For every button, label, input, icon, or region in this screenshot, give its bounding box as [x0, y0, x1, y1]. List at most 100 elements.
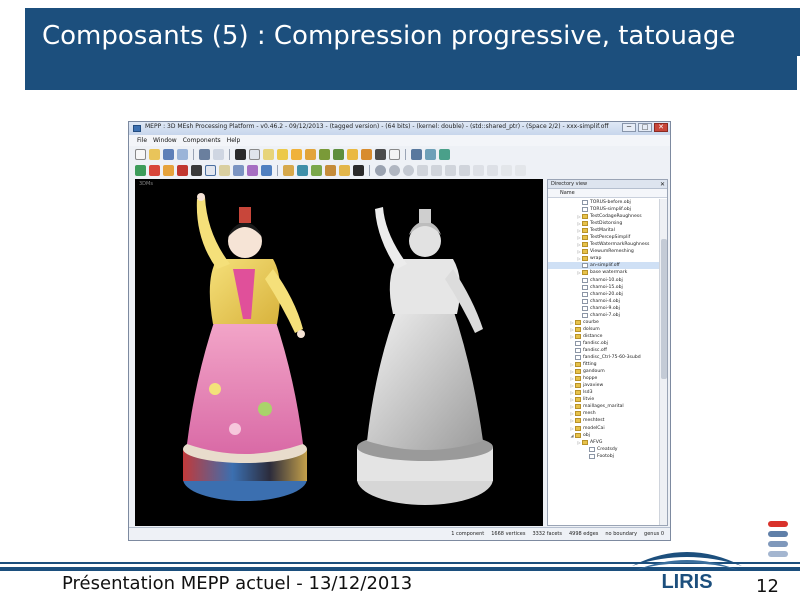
folder-icon [575, 376, 581, 382]
tree-item[interactable]: TORUS-simplif.obj [548, 206, 660, 213]
tree-item[interactable]: chamoi-20.obj [548, 291, 660, 298]
component-8-icon[interactable] [233, 164, 244, 176]
arrow-last-icon[interactable] [487, 164, 498, 176]
arrow-next-icon[interactable] [515, 164, 526, 176]
open-folder-icon[interactable] [149, 148, 160, 160]
scrollbar-thumb[interactable] [661, 239, 667, 379]
tree-item[interactable]: an-simplif.off [548, 262, 660, 270]
window-cascade-icon[interactable] [425, 148, 436, 160]
panel-close-icon[interactable]: ✕ [660, 180, 665, 189]
tree-item[interactable]: fandisc.obj [548, 340, 660, 347]
tree-item[interactable]: fandisc.off [548, 347, 660, 354]
tree-item[interactable]: chamoi-15.obj [548, 284, 660, 291]
component-4-icon[interactable] [177, 164, 188, 176]
3d-viewport[interactable]: 3DMs [135, 179, 543, 526]
component-6-icon[interactable] [205, 164, 216, 176]
tree-item[interactable]: chamoi-4.obj [548, 298, 660, 305]
tree-item[interactable]: ▷ meshtest [548, 417, 660, 424]
tree-item[interactable]: ▷ TestCodageRoughness [548, 213, 660, 220]
component-15-icon[interactable] [339, 164, 350, 176]
arrow-prev-icon[interactable] [501, 164, 512, 176]
panel-scrollbar[interactable] [659, 199, 667, 525]
component-2-icon[interactable] [149, 164, 160, 176]
frame-icon[interactable] [389, 148, 400, 160]
menu-help[interactable]: Help [227, 135, 241, 146]
arrow-right-icon[interactable] [431, 164, 442, 176]
tree-item[interactable]: ▷ modelCai [548, 425, 660, 432]
tree-item[interactable]: ◢ obj [548, 432, 660, 439]
tree-item[interactable]: ▷ litvie [548, 396, 660, 403]
tree-item[interactable]: TORUS-before.obj [548, 199, 660, 206]
sphere-2-icon[interactable] [389, 164, 400, 176]
tree-item[interactable]: ▷ TestWatermarkRoughness [548, 241, 660, 248]
new-file-icon[interactable] [135, 148, 146, 160]
tree-item[interactable]: ▷ wrap [548, 255, 660, 262]
component-5-icon[interactable] [191, 164, 202, 176]
component-11-icon[interactable] [283, 164, 294, 176]
tree-item[interactable]: ▷ gandoum [548, 368, 660, 375]
window-layout-icon[interactable] [439, 148, 450, 160]
copy-icon[interactable] [213, 148, 224, 160]
tree-item[interactable]: ▷ lsd3 [548, 389, 660, 396]
tree-item[interactable]: chamoi-7.obj [548, 312, 660, 319]
status-components: 1 component [451, 531, 485, 537]
tree-item[interactable]: ▷ TestMarital [548, 227, 660, 234]
tree-item[interactable]: ▷ TestPercepSimplif [548, 234, 660, 241]
arrow-first-icon[interactable] [473, 164, 484, 176]
window-tile-icon[interactable] [411, 148, 422, 160]
tree-item[interactable]: ▷ ViewumRemeshing [548, 248, 660, 255]
arrow-up-icon[interactable] [445, 164, 456, 176]
arrow-left-icon[interactable] [417, 164, 428, 176]
tree-item[interactable]: chamoi-9.obj [548, 305, 660, 312]
maximize-button[interactable]: □ [638, 123, 652, 132]
pointer-icon[interactable] [263, 148, 274, 160]
column-header-name[interactable]: Name [548, 189, 667, 198]
minimize-button[interactable]: ─ [622, 123, 636, 132]
pencil-icon[interactable] [249, 148, 260, 160]
tree-item[interactable]: ▷ distance [548, 333, 660, 340]
component-9-icon[interactable] [247, 164, 258, 176]
window-titlebar[interactable]: MEPP : 3D MEsh Processing Platform - v0.… [129, 122, 670, 135]
tree-item[interactable]: ▷ TestDistorsing [548, 220, 660, 227]
sphere-icon[interactable] [375, 164, 386, 176]
line-icon[interactable] [375, 148, 386, 160]
tree-item[interactable]: ▷ fitting [548, 361, 660, 368]
menu-window[interactable]: Window [153, 135, 177, 146]
component-14-icon[interactable] [325, 164, 336, 176]
component-13-icon[interactable] [311, 164, 322, 176]
tree-item[interactable]: chamoi-10.obj [548, 277, 660, 284]
tree-item[interactable]: ▷ mesh [548, 410, 660, 417]
wand-icon[interactable] [361, 148, 372, 160]
tree-item[interactable]: ▷ javaview [548, 382, 660, 389]
save-as-icon[interactable] [177, 148, 188, 160]
paint-icon[interactable] [333, 148, 344, 160]
tree-item[interactable]: ▷ hoppe [548, 375, 660, 382]
brush-icon[interactable] [277, 148, 288, 160]
tree-item[interactable]: ▷ courbe [548, 319, 660, 326]
component-10-icon[interactable] [261, 164, 272, 176]
component-1-icon[interactable] [135, 164, 146, 176]
tree-item[interactable]: ▷ AFVG [548, 439, 660, 446]
tree-item[interactable]: Creatsdy [548, 446, 660, 453]
fill-icon[interactable] [319, 148, 330, 160]
light-icon[interactable] [347, 148, 358, 160]
tree-item[interactable]: ▷ dolsum [548, 326, 660, 333]
component-3-icon[interactable] [163, 164, 174, 176]
marker-icon[interactable] [291, 148, 302, 160]
menu-file[interactable]: File [137, 135, 147, 146]
sphere-3-icon[interactable] [403, 164, 414, 176]
component-12-icon[interactable] [297, 164, 308, 176]
tree-item[interactable]: ▷ base watermark [548, 269, 660, 276]
cut-icon[interactable] [199, 148, 210, 160]
tree-item[interactable]: ▷ maillages_marital [548, 403, 660, 410]
cursor-icon[interactable] [235, 148, 246, 160]
save-icon[interactable] [163, 148, 174, 160]
menu-components[interactable]: Components [183, 135, 221, 146]
tree-item[interactable]: Footobj [548, 453, 660, 460]
arrow-down-icon[interactable] [459, 164, 470, 176]
component-7-icon[interactable] [219, 164, 230, 176]
tree-item[interactable]: fandisc_Ctrl-75-60-3subd [548, 354, 660, 361]
highlighter-icon[interactable] [305, 148, 316, 160]
component-16-icon[interactable] [353, 164, 364, 176]
close-button[interactable]: ✕ [654, 123, 668, 132]
